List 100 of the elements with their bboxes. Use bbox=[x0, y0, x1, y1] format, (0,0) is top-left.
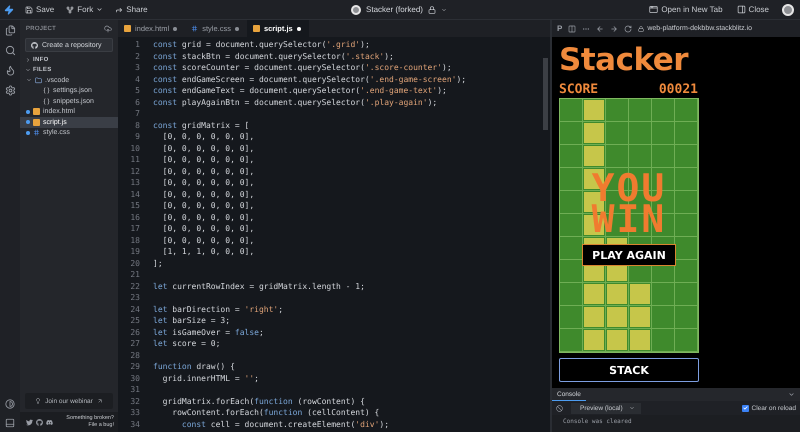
game-title: Stacker bbox=[559, 43, 690, 77]
lock-icon[interactable] bbox=[428, 6, 436, 14]
github-icon[interactable] bbox=[36, 418, 43, 426]
flame-icon[interactable] bbox=[4, 65, 16, 76]
lock-icon bbox=[638, 26, 644, 32]
code-line: const gridMatrix = [ bbox=[153, 120, 250, 130]
line-number: 31 bbox=[129, 385, 140, 394]
braces-icon bbox=[43, 87, 50, 94]
discord-icon[interactable] bbox=[46, 418, 53, 426]
caret-icon bbox=[628, 405, 635, 411]
code-line: rowContent.forEach(function (cellContent) { bbox=[171, 408, 380, 418]
line-number: 8 bbox=[134, 120, 140, 130]
line-number: 17 bbox=[129, 224, 140, 234]
checkbox[interactable] bbox=[742, 404, 749, 412]
project-title: Stacker (forked) bbox=[366, 5, 423, 14]
stack-button[interactable]: STACK bbox=[559, 358, 699, 382]
modified-dot bbox=[26, 110, 30, 114]
code-line: const endGameScreen = document.querySelector('.end-game-screen'); bbox=[153, 74, 466, 84]
chevron-icon[interactable] bbox=[788, 391, 795, 398]
line-number: 33 bbox=[129, 408, 140, 418]
line-number: 22 bbox=[129, 282, 140, 291]
line-number: 28 bbox=[129, 350, 140, 360]
bolt-logo-icon[interactable] bbox=[4, 4, 14, 14]
braces-icon bbox=[43, 98, 50, 105]
line-number: 6 bbox=[134, 98, 140, 107]
toolbar-button[interactable]: Close bbox=[736, 3, 770, 16]
code-line: [0, 0, 0, 0, 0, 0], bbox=[162, 236, 254, 245]
files-icon[interactable] bbox=[4, 25, 16, 36]
code-line: let currentRowIndex = gridMatrix.length - 1; bbox=[153, 282, 365, 291]
toolbar-button[interactable]: Share bbox=[114, 3, 149, 16]
toolbar-button[interactable]: Fork bbox=[65, 3, 104, 16]
folder-icon bbox=[35, 76, 42, 84]
hash-icon bbox=[33, 129, 40, 136]
line-number: 24 bbox=[129, 304, 140, 314]
settings-icon[interactable] bbox=[4, 85, 16, 96]
panel-icon bbox=[736, 5, 746, 14]
line-number: 27 bbox=[129, 339, 140, 348]
code-line: const grid = document.querySelector('.grid'); bbox=[153, 40, 370, 50]
line-number: 13 bbox=[129, 178, 140, 188]
code-line: const cell = document.createElement('div'); bbox=[180, 420, 390, 429]
file-icon bbox=[252, 25, 260, 32]
search-icon[interactable] bbox=[4, 45, 16, 56]
code-line: [0, 0, 0, 0, 0, 0], bbox=[162, 155, 254, 164]
modified-dot bbox=[26, 130, 30, 135]
code-line: ]; bbox=[153, 258, 163, 268]
line-number: 20 bbox=[129, 258, 140, 268]
code-line: [0, 0, 0, 0, 0, 0], bbox=[162, 144, 254, 153]
code-line: const endGameText = document.querySelector('.end-game-text'); bbox=[153, 86, 447, 96]
line-number: 18 bbox=[129, 236, 140, 245]
hash-icon bbox=[191, 25, 198, 32]
split-icon[interactable] bbox=[568, 24, 576, 32]
code-line: [0, 0, 0, 0, 0, 0], bbox=[162, 190, 254, 199]
line-number: 19 bbox=[129, 247, 140, 256]
line-number: 29 bbox=[129, 362, 140, 372]
mode-label[interactable]: P bbox=[557, 24, 562, 33]
cloud-icon[interactable] bbox=[104, 25, 112, 33]
scrollbar[interactable] bbox=[543, 58, 548, 130]
github-icon bbox=[31, 42, 38, 48]
score-value: 00021 bbox=[658, 82, 698, 96]
code-line: [0, 0, 0, 0, 0, 0], bbox=[162, 166, 254, 176]
line-number: 7 bbox=[134, 109, 140, 118]
check-icon bbox=[742, 405, 748, 411]
code-line: const stackBtn = document.querySelector('.stack'); bbox=[153, 52, 394, 61]
line-number: 12 bbox=[129, 166, 140, 176]
forward-icon[interactable] bbox=[610, 24, 618, 32]
share-icon bbox=[115, 6, 124, 14]
back-icon[interactable] bbox=[596, 24, 604, 32]
code-line: [0, 0, 0, 0, 0, 0], bbox=[162, 212, 254, 222]
avatar-icon bbox=[351, 4, 362, 14]
bird-icon[interactable] bbox=[26, 418, 33, 426]
line-number: 21 bbox=[129, 270, 140, 280]
file-icon bbox=[124, 25, 131, 32]
contrast-icon[interactable] bbox=[5, 399, 15, 409]
layout-icon[interactable] bbox=[5, 418, 15, 428]
code-line: [1, 1, 1, 0, 0, 0], bbox=[162, 247, 254, 256]
line-number: 15 bbox=[129, 201, 140, 210]
play-again-button[interactable]: PLAY AGAIN bbox=[582, 244, 676, 266]
code-line: function draw() { bbox=[153, 362, 235, 372]
toolbar-button[interactable]: Open in New Tab bbox=[648, 3, 724, 16]
modified-dot bbox=[26, 120, 30, 124]
score-label: SCORE bbox=[559, 82, 598, 96]
reload-icon[interactable] bbox=[624, 24, 632, 32]
code-line: let isGameOver = false; bbox=[153, 328, 264, 337]
line-number: 32 bbox=[129, 396, 140, 406]
toolbar-button[interactable]: Save bbox=[24, 3, 56, 16]
avatar-icon[interactable] bbox=[782, 4, 794, 16]
window-icon bbox=[649, 5, 658, 14]
code-line: let barDirection = 'right'; bbox=[153, 304, 284, 314]
code-line: let score = 0; bbox=[153, 339, 220, 348]
arrow-icon bbox=[96, 398, 103, 404]
code-line: let barSize = 3; bbox=[153, 316, 230, 326]
line-number: 14 bbox=[129, 190, 140, 199]
line-number: 30 bbox=[129, 374, 140, 383]
clear-icon[interactable] bbox=[556, 404, 563, 412]
modified-dot bbox=[296, 26, 301, 30]
save-icon bbox=[25, 6, 33, 14]
caret-icon bbox=[96, 6, 104, 13]
code-line: gridMatrix.forEach(function (rowContent) { bbox=[162, 396, 365, 406]
win-text: YOU bbox=[592, 173, 666, 204]
line-number: 4 bbox=[134, 74, 140, 84]
